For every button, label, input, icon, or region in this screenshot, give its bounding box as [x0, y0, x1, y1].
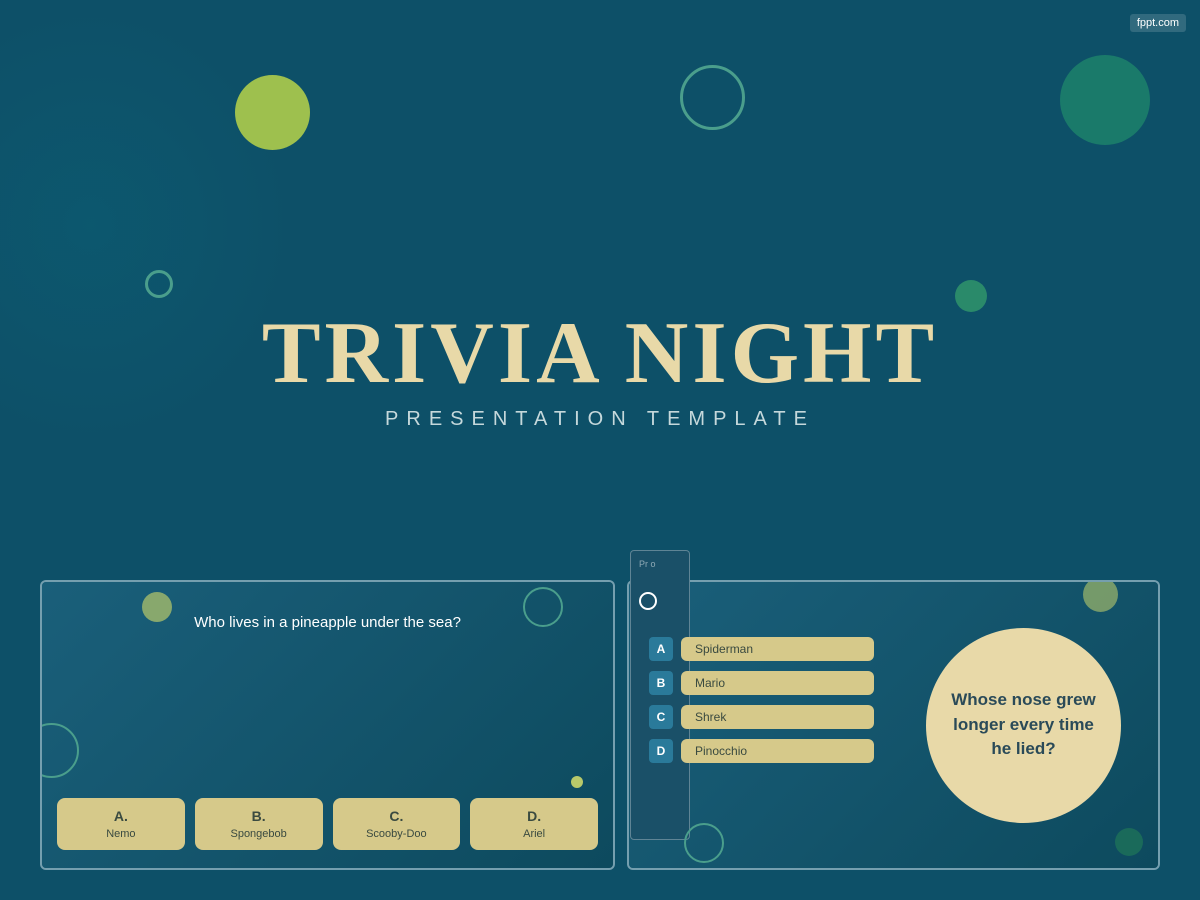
slides-row: Who lives in a pineapple under the sea? …	[40, 580, 1160, 870]
answer-c-text: Scooby-Doo	[339, 828, 455, 840]
right-badge-d: D	[649, 739, 673, 763]
answer-box-c: C. Scooby-Doo	[333, 798, 461, 850]
right-badge-a: A	[649, 637, 673, 661]
deco-circle-small-green	[955, 280, 987, 312]
answer-d-letter: D.	[476, 808, 592, 824]
main-title: TRIVIA NIGHT	[0, 310, 1200, 398]
answer-box-a: A. Nemo	[57, 798, 185, 850]
right-pill-a: Spiderman	[681, 637, 874, 661]
answer-c-letter: C.	[339, 808, 455, 824]
slide-right-top-circle	[639, 592, 657, 610]
slide-right-answers-panel: A Spiderman B Mario C Shrek D Pinocchio	[629, 582, 889, 868]
right-pill-b: Mario	[681, 671, 874, 695]
deco-circle-teal-outline	[680, 65, 745, 130]
slide-left-deco-dot	[571, 776, 583, 788]
answer-b-text: Spongebob	[201, 828, 317, 840]
right-pill-c: Shrek	[681, 705, 874, 729]
slide-left-preview[interactable]: Who lives in a pineapple under the sea? …	[40, 580, 615, 870]
right-pill-d: Pinocchio	[681, 739, 874, 763]
title-section: TRIVIA NIGHT PRESENTATION TEMPLATE	[0, 310, 1200, 431]
answer-a-letter: A.	[63, 808, 179, 824]
slide-right-preview[interactable]: A Spiderman B Mario C Shrek D Pinocchio	[627, 580, 1160, 870]
sub-title: PRESENTATION TEMPLATE	[0, 408, 1200, 431]
right-answer-a: A Spiderman	[649, 637, 874, 661]
watermark: fppt.com	[1130, 14, 1186, 32]
answer-box-b: B. Spongebob	[195, 798, 323, 850]
slide-right-question-panel: Whose nose grew longer every time he lie…	[889, 582, 1158, 868]
right-badge-b: B	[649, 671, 673, 695]
slide-right-question-text: Whose nose grew longer every time he lie…	[946, 688, 1101, 762]
answer-b-letter: B.	[201, 808, 317, 824]
deco-circle-small-outline	[145, 270, 173, 298]
answer-d-text: Ariel	[476, 828, 592, 840]
right-badge-c: C	[649, 705, 673, 729]
right-answer-b: B Mario	[649, 671, 874, 695]
slide-right-question-bubble: Whose nose grew longer every time he lie…	[926, 628, 1121, 823]
deco-circle-lime	[235, 75, 310, 150]
answer-box-d: D. Ariel	[470, 798, 598, 850]
slide-left-answers: A. Nemo B. Spongebob C. Scooby-Doo D. Ar…	[57, 798, 598, 850]
right-answer-d: D Pinocchio	[649, 739, 874, 763]
slide-left-question: Who lives in a pineapple under the sea?	[72, 612, 583, 635]
right-answer-c: C Shrek	[649, 705, 874, 729]
answer-a-text: Nemo	[63, 828, 179, 840]
deco-circle-dark-teal	[1060, 55, 1150, 145]
